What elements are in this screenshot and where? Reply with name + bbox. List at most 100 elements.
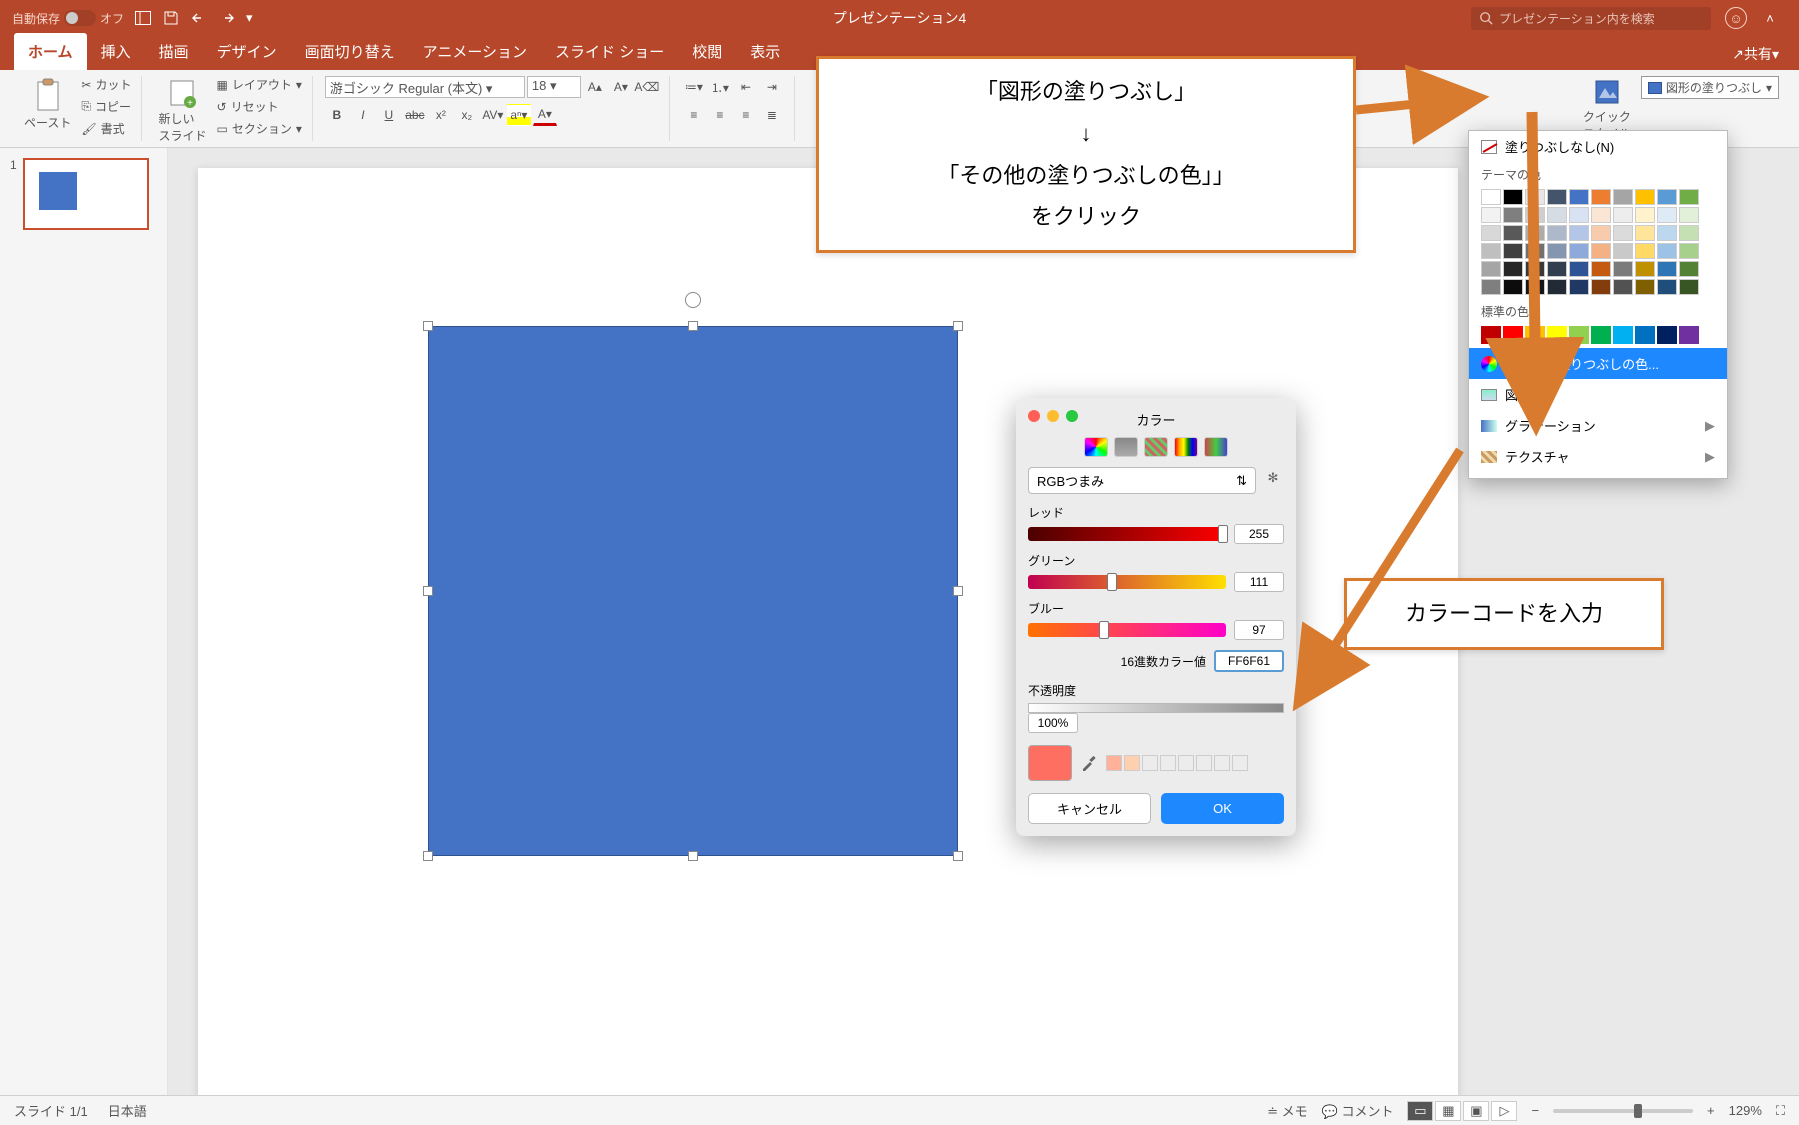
theme-color-swatch[interactable] — [1613, 261, 1633, 277]
hex-input[interactable]: FF6F61 — [1214, 650, 1284, 672]
section-button[interactable]: ▭セクション ▾ — [217, 120, 302, 137]
standard-color-swatch[interactable] — [1503, 326, 1523, 344]
theme-color-swatch[interactable] — [1569, 279, 1589, 295]
recent-swatch[interactable] — [1232, 755, 1248, 771]
standard-color-swatch[interactable] — [1591, 326, 1611, 344]
cancel-button[interactable]: キャンセル — [1028, 793, 1151, 824]
tab-draw[interactable]: 描画 — [145, 33, 203, 70]
recent-swatch[interactable] — [1178, 755, 1194, 771]
theme-color-swatch[interactable] — [1525, 243, 1545, 259]
theme-color-swatch[interactable] — [1613, 243, 1633, 259]
superscript-icon[interactable]: x² — [429, 104, 453, 126]
shape-fill-button[interactable]: 図形の塗りつぶし ▾ — [1641, 76, 1779, 99]
recent-swatch[interactable] — [1160, 755, 1176, 771]
normal-view-icon[interactable]: ▭ — [1407, 1101, 1433, 1121]
theme-color-swatch[interactable] — [1657, 225, 1677, 241]
standard-color-swatch[interactable] — [1525, 326, 1545, 344]
cut-button[interactable]: ✂カット — [81, 76, 131, 93]
indent-icon[interactable]: ⇥ — [760, 76, 784, 98]
layout-button[interactable]: ▦レイアウト ▾ — [217, 76, 302, 93]
resize-handle[interactable] — [423, 586, 433, 596]
theme-color-swatch[interactable] — [1591, 225, 1611, 241]
standard-color-swatch[interactable] — [1547, 326, 1567, 344]
theme-color-swatch[interactable] — [1679, 279, 1699, 295]
theme-color-swatch[interactable] — [1613, 225, 1633, 241]
undo-icon[interactable] — [190, 9, 208, 27]
red-slider[interactable] — [1028, 527, 1226, 541]
recent-swatch[interactable] — [1214, 755, 1230, 771]
format-painter-button[interactable]: 🖌書式 — [81, 120, 131, 137]
theme-color-swatch[interactable] — [1547, 243, 1567, 259]
picker-tab-spectrum[interactable] — [1174, 437, 1198, 457]
theme-color-swatch[interactable] — [1657, 261, 1677, 277]
ribbon-collapse-icon[interactable]: ˄ — [1761, 9, 1779, 27]
recent-swatch[interactable] — [1142, 755, 1158, 771]
opacity-slider[interactable] — [1028, 703, 1284, 713]
zoom-in-icon[interactable]: + — [1707, 1103, 1715, 1118]
picker-tab-wheel[interactable] — [1084, 437, 1108, 457]
window-minimize-icon[interactable] — [1047, 410, 1059, 422]
tab-review[interactable]: 校閲 — [678, 33, 736, 70]
numbering-icon[interactable]: ⒈▾ — [708, 76, 732, 98]
theme-color-swatch[interactable] — [1547, 261, 1567, 277]
bullets-icon[interactable]: ≔▾ — [682, 76, 706, 98]
no-fill-item[interactable]: 塗りつぶしなし(N) — [1469, 131, 1727, 162]
underline-icon[interactable]: U — [377, 104, 401, 126]
window-close-icon[interactable] — [1028, 410, 1040, 422]
theme-color-swatch[interactable] — [1613, 207, 1633, 223]
share-button[interactable]: ↗ 共有 ▾ — [1732, 44, 1779, 64]
theme-color-swatch[interactable] — [1635, 243, 1655, 259]
resize-handle[interactable] — [423, 851, 433, 861]
green-slider[interactable] — [1028, 575, 1226, 589]
tab-transitions[interactable]: 画面切り替え — [291, 33, 409, 70]
theme-color-swatch[interactable] — [1569, 261, 1589, 277]
blue-value[interactable]: 97 — [1234, 620, 1284, 640]
new-slide-button[interactable]: + 新しい スライド — [154, 76, 210, 146]
theme-color-swatch[interactable] — [1481, 207, 1501, 223]
theme-color-swatch[interactable] — [1591, 279, 1611, 295]
standard-color-swatch[interactable] — [1613, 326, 1633, 344]
theme-color-swatch[interactable] — [1679, 189, 1699, 205]
save-icon[interactable] — [162, 9, 180, 27]
theme-color-swatch[interactable] — [1657, 189, 1677, 205]
char-spacing-icon[interactable]: AV▾ — [481, 104, 505, 126]
strikethrough-icon[interactable]: abc — [403, 104, 427, 126]
picker-tab-pencils[interactable] — [1204, 437, 1228, 457]
theme-color-swatch[interactable] — [1591, 207, 1611, 223]
theme-color-swatch[interactable] — [1525, 207, 1545, 223]
standard-color-swatch[interactable] — [1657, 326, 1677, 344]
theme-color-swatch[interactable] — [1481, 225, 1501, 241]
resize-handle[interactable] — [688, 321, 698, 331]
theme-color-swatch[interactable] — [1679, 243, 1699, 259]
tab-insert[interactable]: 挿入 — [87, 33, 145, 70]
theme-color-swatch[interactable] — [1503, 243, 1523, 259]
theme-color-swatch[interactable] — [1547, 225, 1567, 241]
theme-color-swatch[interactable] — [1591, 261, 1611, 277]
theme-color-swatch[interactable] — [1569, 207, 1589, 223]
reset-button[interactable]: ↺リセット — [217, 98, 302, 115]
resize-handle[interactable] — [953, 321, 963, 331]
feedback-icon[interactable]: ☺ — [1725, 7, 1747, 29]
theme-color-swatch[interactable] — [1525, 189, 1545, 205]
theme-color-swatch[interactable] — [1547, 279, 1567, 295]
copy-button[interactable]: ⎘コピー — [81, 98, 131, 115]
theme-color-swatch[interactable] — [1481, 189, 1501, 205]
resize-handle[interactable] — [953, 851, 963, 861]
search-input[interactable]: プレゼンテーション内を検索 — [1471, 7, 1711, 30]
clear-format-icon[interactable]: A⌫ — [635, 76, 659, 98]
theme-color-swatch[interactable] — [1635, 225, 1655, 241]
theme-color-swatch[interactable] — [1569, 225, 1589, 241]
green-value[interactable]: 111 — [1234, 572, 1284, 592]
align-center-icon[interactable]: ≡ — [708, 104, 732, 126]
slider-mode-select[interactable]: RGBつまみ⇅ — [1028, 467, 1256, 494]
theme-color-swatch[interactable] — [1525, 261, 1545, 277]
blue-slider[interactable] — [1028, 623, 1226, 637]
highlight-icon[interactable]: aⁿ▾ — [507, 104, 531, 126]
theme-color-swatch[interactable] — [1657, 243, 1677, 259]
resize-handle[interactable] — [423, 321, 433, 331]
theme-color-swatch[interactable] — [1591, 243, 1611, 259]
theme-color-swatch[interactable] — [1657, 279, 1677, 295]
theme-color-swatch[interactable] — [1547, 189, 1567, 205]
italic-icon[interactable]: I — [351, 104, 375, 126]
theme-color-swatch[interactable] — [1613, 279, 1633, 295]
